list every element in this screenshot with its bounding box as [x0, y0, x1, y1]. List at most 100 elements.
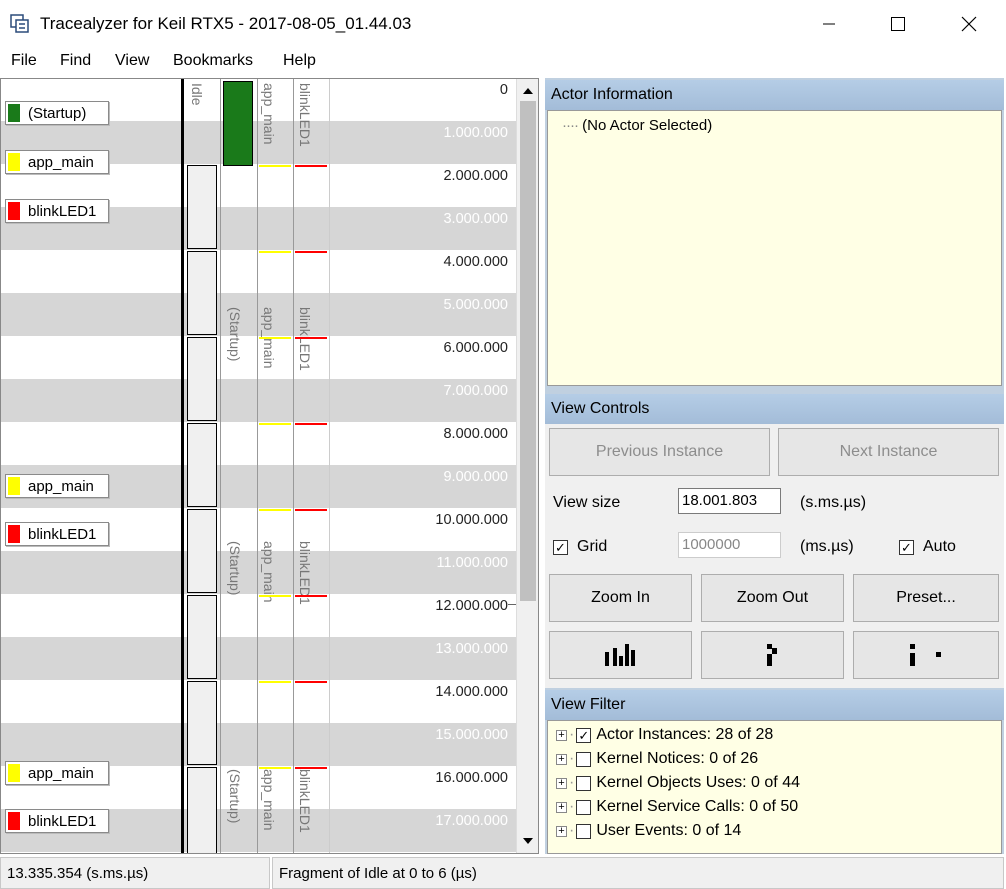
idle-execution-block[interactable]	[187, 165, 217, 249]
view-mode-events-button[interactable]	[853, 631, 999, 679]
filter-kernel-objects-uses[interactable]: + · Kernel Objects Uses: 0 of 44	[556, 772, 800, 794]
previous-instance-button[interactable]: Previous Instance	[549, 428, 770, 476]
blinkled1-event-tick	[295, 251, 327, 253]
time-axis-label: 3.000.000	[443, 211, 508, 227]
menu-help[interactable]: Help	[283, 52, 316, 70]
startup-label: (Startup)	[227, 541, 243, 596]
close-button[interactable]	[946, 0, 992, 48]
startup-execution-block[interactable]	[223, 81, 253, 166]
actor-color-swatch	[8, 812, 20, 830]
grid-interval-input[interactable]: 1000000	[678, 532, 781, 558]
idle-execution-block[interactable]	[187, 595, 217, 679]
actor-label-blinkled1[interactable]: blinkLED1	[5, 809, 109, 833]
actor-label-app-main[interactable]: app_main	[5, 761, 109, 785]
tree-connector: ····	[562, 117, 579, 134]
grid-checkbox[interactable]: ✓	[553, 540, 568, 555]
filter-user-events[interactable]: + · User Events: 0 of 14	[556, 820, 741, 842]
time-axis-label: 8.000.000	[443, 426, 508, 442]
actor-color-swatch	[8, 525, 20, 543]
actor-label-blinkled1[interactable]: blinkLED1	[5, 199, 109, 223]
arrow-up-icon	[523, 88, 533, 94]
idle-execution-block[interactable]	[187, 423, 217, 507]
actor-label-app-main[interactable]: app_main	[5, 474, 109, 498]
menu-find[interactable]: Find	[60, 52, 91, 70]
time-axis-label: 15.000.000	[435, 727, 508, 743]
actor-information-panel: ···· (No Actor Selected)	[547, 110, 1002, 386]
minimize-button[interactable]	[806, 0, 852, 48]
arrow-down-icon	[523, 838, 533, 844]
actor-color-swatch	[8, 104, 20, 122]
next-instance-button[interactable]: Next Instance	[778, 428, 999, 476]
vertical-scrollbar[interactable]	[516, 79, 538, 853]
expand-icon[interactable]: +	[556, 825, 567, 837]
filter-kernel-service-calls[interactable]: + · Kernel Service Calls: 0 of 50	[556, 796, 798, 818]
view-mode-fragments-button[interactable]	[701, 631, 844, 679]
auto-checkbox[interactable]: ✓	[899, 540, 914, 555]
expand-icon[interactable]: +	[556, 801, 567, 813]
filter-user-events-checkbox[interactable]	[576, 823, 592, 839]
expand-icon[interactable]: +	[556, 729, 567, 741]
idle-execution-block[interactable]	[187, 681, 217, 765]
expand-icon[interactable]: +	[556, 753, 567, 765]
idle-execution-block[interactable]	[187, 251, 217, 335]
menu-view[interactable]: View	[115, 52, 149, 70]
app-main-event-tick	[259, 165, 291, 167]
scrollbar-thumb[interactable]	[520, 101, 536, 601]
trace-view[interactable]: Idle app_main blinkLED1 (Startup) app_ma…	[0, 78, 539, 854]
actor-label-blinkled1[interactable]: blinkLED1	[5, 522, 109, 546]
tree-connector: ·	[569, 750, 575, 767]
view-controls-header: View Controls	[545, 394, 1004, 424]
filter-actor-instances[interactable]: + · ✓ Actor Instances: 28 of 28	[556, 724, 773, 746]
filter-kernel-objects-uses-checkbox[interactable]	[576, 775, 592, 791]
startup-label: (Startup)	[227, 769, 243, 824]
blinkled1-event-tick	[295, 767, 327, 769]
filter-kernel-notices[interactable]: + · Kernel Notices: 0 of 26	[556, 748, 758, 770]
idle-execution-block[interactable]	[187, 337, 217, 421]
column-divider	[293, 79, 294, 853]
expand-icon[interactable]: +	[556, 777, 567, 789]
app-main-event-tick	[259, 681, 291, 683]
idle-execution-block[interactable]	[187, 509, 217, 593]
app-main-event-tick	[259, 509, 291, 511]
menu-bookmarks[interactable]: Bookmarks	[173, 52, 253, 70]
close-icon	[961, 16, 977, 32]
grid-stripe	[1, 293, 516, 336]
blinkled1-event-tick	[295, 423, 327, 425]
grid-stripe	[1, 379, 516, 422]
scroll-up-button[interactable]	[520, 83, 536, 99]
view-controls-panel: Previous Instance Next Instance View siz…	[545, 424, 1004, 688]
blinkled1-event-tick	[295, 681, 327, 683]
menu-file[interactable]: File	[11, 52, 37, 70]
time-axis-label: 16.000.000	[435, 770, 508, 786]
grid-label: Grid	[577, 538, 608, 555]
view-size-input[interactable]: 18.001.803	[678, 488, 781, 514]
actor-label-app-main[interactable]: app_main	[5, 150, 109, 174]
minimize-icon	[823, 23, 835, 25]
tree-connector: ·	[569, 726, 575, 743]
actor-color-swatch	[8, 153, 20, 171]
actor-label-startup[interactable]: (Startup)	[5, 101, 109, 125]
zoom-in-button[interactable]: Zoom In	[549, 574, 692, 622]
app-main-label: app_main	[261, 769, 277, 831]
time-axis-label: 4.000.000	[443, 254, 508, 270]
app-icon	[10, 14, 29, 33]
view-filter-header: View Filter	[545, 690, 1004, 720]
filter-actor-instances-checkbox[interactable]: ✓	[576, 727, 592, 743]
time-axis-label: 17.000.000	[435, 813, 508, 829]
actor-information-header: Actor Information	[545, 80, 1004, 110]
view-mode-bars-button[interactable]	[549, 631, 692, 679]
zoom-out-button[interactable]: Zoom Out	[701, 574, 844, 622]
blinkled1-event-tick	[295, 337, 327, 339]
scroll-down-button[interactable]	[520, 833, 536, 849]
startup-label: (Startup)	[227, 307, 243, 362]
maximize-button[interactable]	[875, 0, 921, 48]
preset-button[interactable]: Preset...	[853, 574, 999, 622]
time-axis-label: 5.000.000	[443, 297, 508, 313]
idle-execution-block[interactable]	[187, 767, 217, 853]
time-axis-label: 11.000.000	[436, 555, 509, 571]
app-main-event-tick	[259, 423, 291, 425]
window-title: Tracealyzer for Keil RTX5 - 2017-08-05_0…	[40, 14, 412, 33]
filter-kernel-service-calls-checkbox[interactable]	[576, 799, 592, 815]
filter-kernel-notices-checkbox[interactable]	[576, 751, 592, 767]
side-panel: Actor Information ···· (No Actor Selecte…	[545, 78, 1004, 854]
